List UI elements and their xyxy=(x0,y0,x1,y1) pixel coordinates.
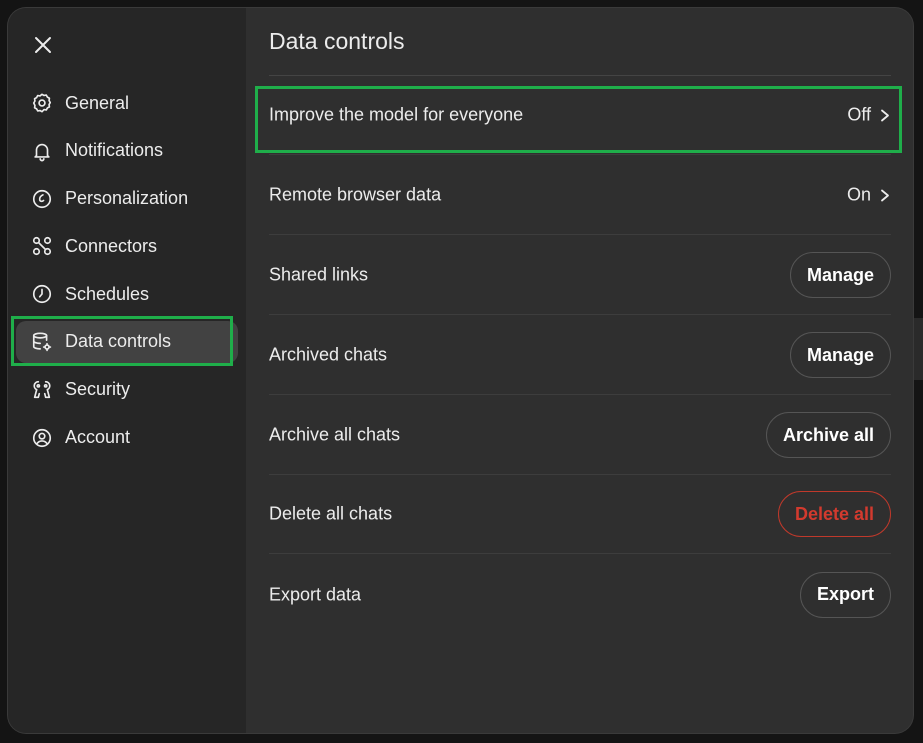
setting-label: Remote browser data xyxy=(269,184,442,205)
database-gear-icon xyxy=(31,331,53,353)
sidebar-item-data-controls[interactable]: Data controls xyxy=(16,320,238,363)
settings-dialog: General Notifications Personalization Co… xyxy=(8,8,913,733)
manage-archived-chats-button[interactable]: Manage xyxy=(789,332,891,378)
gear-icon xyxy=(31,92,53,114)
personalization-icon xyxy=(31,188,53,210)
export-button[interactable]: Export xyxy=(799,571,891,618)
setting-label: Delete all chats xyxy=(269,503,393,524)
sidebar-item-security[interactable]: Security xyxy=(16,369,238,411)
archive-all-button[interactable]: Archive all xyxy=(765,412,891,458)
sidebar-item-account[interactable]: Account xyxy=(16,417,238,459)
setting-value: On xyxy=(846,184,871,205)
security-icon xyxy=(31,379,53,401)
sidebar-item-connectors[interactable]: Connectors xyxy=(16,225,238,267)
main-content: Data controls Improve the model for ever… xyxy=(269,8,891,733)
clock-icon xyxy=(31,283,53,305)
chevron-right-icon xyxy=(881,109,889,121)
setting-label: Archived chats xyxy=(269,344,388,365)
setting-label: Improve the model for everyone xyxy=(269,104,524,125)
settings-nav: General Notifications Personalization Co… xyxy=(16,82,238,464)
setting-row-shared-links: Shared links Manage xyxy=(269,236,891,315)
user-circle-icon xyxy=(31,427,53,449)
page-title: Data controls xyxy=(269,28,405,54)
sidebar-item-notifications[interactable]: Notifications xyxy=(16,130,238,172)
delete-all-button[interactable]: Delete all xyxy=(777,491,891,537)
sidebar-item-label: Connectors xyxy=(65,235,158,256)
connectors-icon xyxy=(31,235,53,257)
setting-value: Off xyxy=(847,104,871,125)
sidebar-item-personalization[interactable]: Personalization xyxy=(16,178,238,220)
setting-label: Shared links xyxy=(269,264,369,285)
setting-row-archived-chats: Archived chats Manage xyxy=(269,316,891,395)
improve-model-toggle[interactable]: Off xyxy=(847,105,891,126)
chevron-right-icon xyxy=(881,189,889,201)
sidebar-item-label: Schedules xyxy=(65,283,150,304)
sidebar-item-label: Personalization xyxy=(65,188,189,209)
setting-row-export-data: Export data Export xyxy=(269,555,891,634)
sidebar-item-label: General xyxy=(65,92,130,113)
sidebar: General Notifications Personalization Co… xyxy=(8,8,246,733)
sidebar-item-label: Notifications xyxy=(65,140,164,161)
sidebar-item-label: Security xyxy=(65,379,131,400)
close-icon xyxy=(35,37,51,53)
setting-row-delete-all-chats: Delete all chats Delete all xyxy=(269,475,891,554)
close-button[interactable] xyxy=(30,32,56,58)
setting-row-archive-all-chats: Archive all chats Archive all xyxy=(269,396,891,475)
sidebar-item-label: Data controls xyxy=(65,331,172,352)
remote-browser-data-toggle[interactable]: On xyxy=(847,185,891,206)
sidebar-item-schedules[interactable]: Schedules xyxy=(16,273,238,315)
setting-label: Archive all chats xyxy=(269,424,401,445)
manage-shared-links-button[interactable]: Manage xyxy=(789,252,891,298)
setting-label: Export data xyxy=(269,584,362,604)
bell-icon xyxy=(31,140,53,162)
sidebar-item-general[interactable]: General xyxy=(16,82,238,124)
sidebar-item-label: Account xyxy=(65,427,131,448)
setting-row-improve-model: Improve the model for everyone Off xyxy=(269,76,891,155)
setting-row-remote-browser-data: Remote browser data On xyxy=(269,156,891,235)
